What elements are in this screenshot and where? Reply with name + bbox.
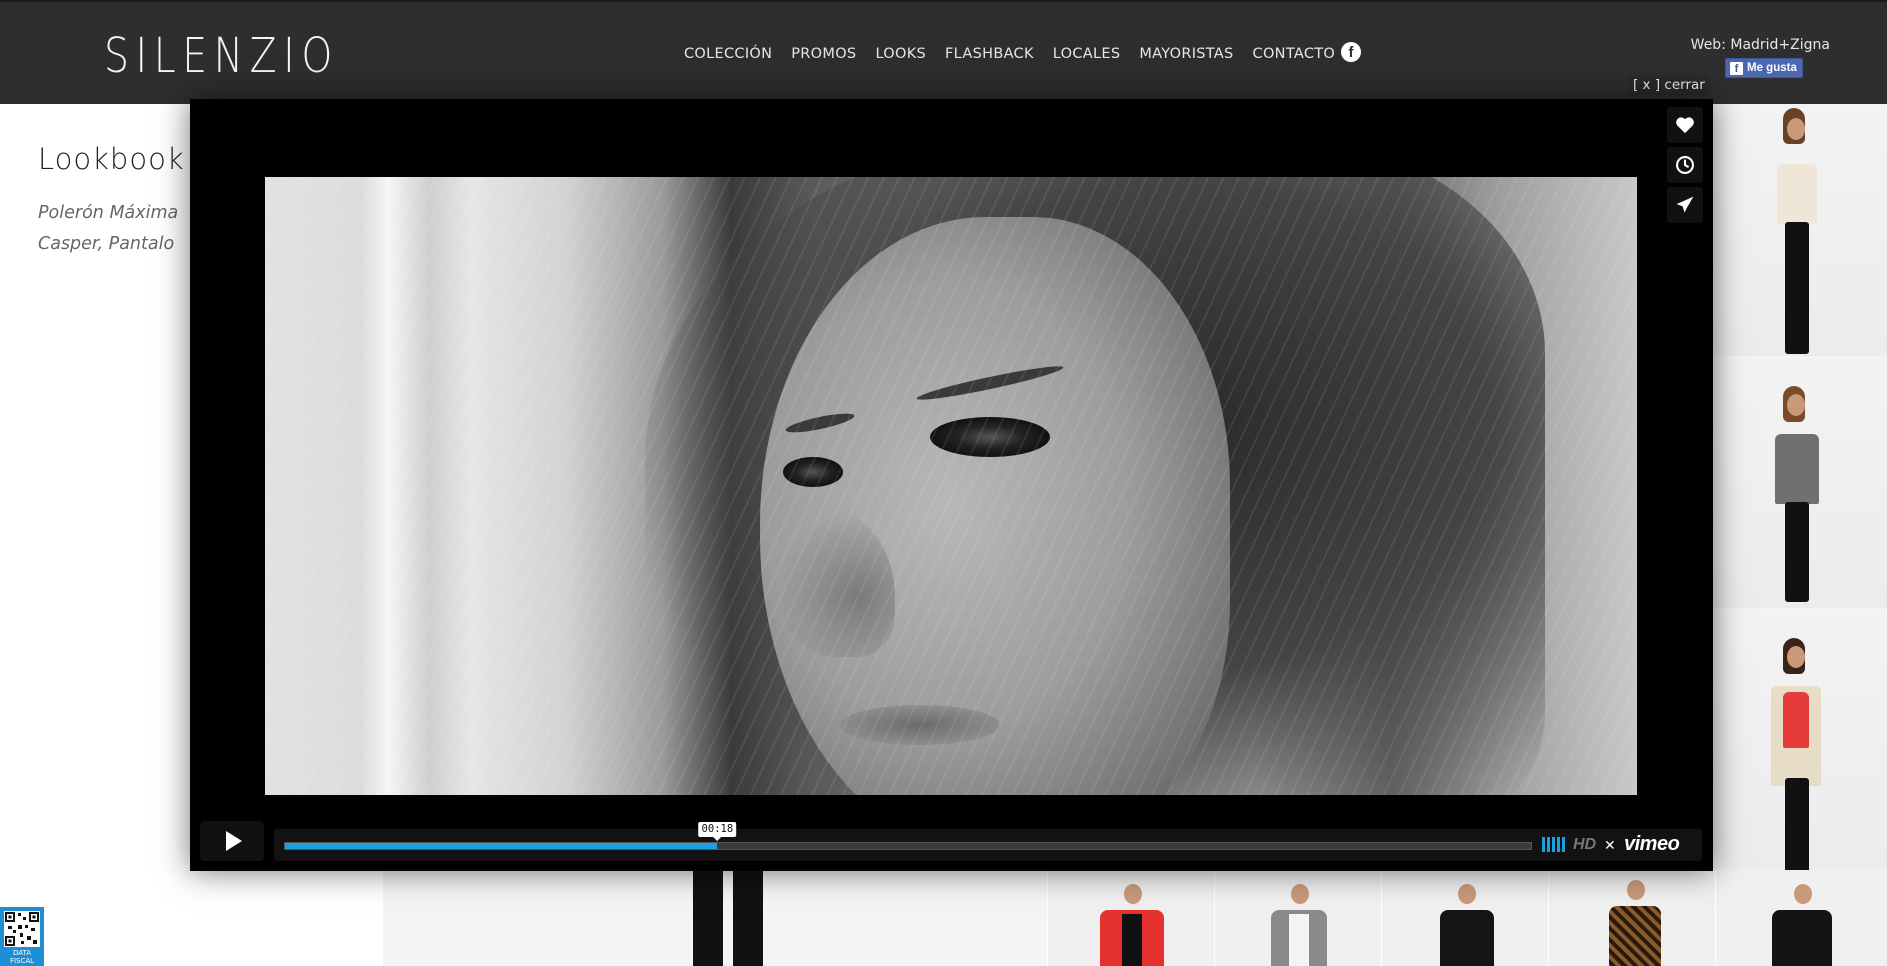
like-video-button[interactable] bbox=[1667, 107, 1703, 143]
data-fiscal-qr[interactable]: DATA FISCAL bbox=[0, 907, 44, 966]
play-button[interactable] bbox=[200, 821, 264, 861]
nav-flashback[interactable]: FLASHBACK bbox=[945, 46, 1034, 62]
heart-icon bbox=[1676, 117, 1694, 134]
look-thumbnail[interactable] bbox=[1047, 870, 1214, 966]
look-thumbnail[interactable] bbox=[1713, 356, 1887, 608]
look-thumbnail[interactable] bbox=[1715, 870, 1887, 966]
volume-control[interactable] bbox=[1542, 837, 1565, 852]
qr-label: DATA FISCAL bbox=[0, 949, 44, 965]
look-thumbnail[interactable] bbox=[382, 870, 1047, 966]
fullscreen-icon[interactable]: ✕ bbox=[1604, 838, 1616, 854]
page-title: Lookbook bbox=[38, 142, 185, 176]
watch-later-button[interactable] bbox=[1667, 147, 1703, 183]
description-line: Polerón Máxima bbox=[38, 203, 179, 223]
web-credit[interactable]: Web: Madrid+Zigna bbox=[1691, 37, 1830, 53]
clock-icon bbox=[1676, 156, 1694, 174]
close-lightbox-button[interactable]: [ x ] cerrar bbox=[1628, 75, 1710, 95]
qr-code-icon bbox=[4, 911, 40, 947]
facebook-like-button[interactable]: f Me gusta bbox=[1725, 58, 1803, 78]
site-header: SILENZIO COLECCIÓN PROMOS LOOKS FLASHBAC… bbox=[0, 0, 1887, 104]
facebook-logo-icon: f bbox=[1730, 61, 1743, 75]
hd-toggle[interactable]: HD bbox=[1573, 836, 1596, 854]
facebook-icon[interactable]: f bbox=[1341, 42, 1361, 62]
look-thumbnail[interactable] bbox=[1214, 870, 1381, 966]
nav-promos[interactable]: PROMOS bbox=[791, 46, 856, 62]
send-icon bbox=[1676, 196, 1694, 213]
player-controls: 00:18 HD ✕ vimeo bbox=[274, 822, 1702, 861]
nav-coleccion[interactable]: COLECCIÓN bbox=[684, 46, 772, 62]
nav-locales[interactable]: LOCALES bbox=[1053, 46, 1121, 62]
progress-played bbox=[285, 843, 718, 849]
share-button[interactable] bbox=[1667, 187, 1703, 223]
progress-bar[interactable]: 00:18 bbox=[284, 822, 1532, 850]
page: SILENZIO COLECCIÓN PROMOS LOOKS FLASHBAC… bbox=[0, 0, 1887, 966]
main-nav: COLECCIÓN PROMOS LOOKS FLASHBACK LOCALES… bbox=[684, 46, 1354, 62]
time-tooltip: 00:18 bbox=[698, 822, 737, 841]
play-icon bbox=[226, 831, 242, 851]
site-logo[interactable]: SILENZIO bbox=[104, 28, 339, 84]
video-frame[interactable] bbox=[265, 177, 1637, 795]
nav-contacto[interactable]: CONTACTO bbox=[1253, 46, 1336, 62]
nav-mayoristas[interactable]: MAYORISTAS bbox=[1139, 46, 1233, 62]
qr-label-line: FISCAL bbox=[9, 957, 35, 965]
look-thumbnail[interactable] bbox=[1713, 104, 1887, 356]
look-thumbnail[interactable] bbox=[1381, 870, 1548, 966]
qr-label-line: DATA bbox=[12, 949, 32, 957]
description-line: Casper, Pantalo bbox=[38, 234, 175, 254]
vimeo-logo[interactable]: vimeo bbox=[1624, 833, 1680, 856]
nav-looks[interactable]: LOOKS bbox=[875, 46, 926, 62]
like-label: Me gusta bbox=[1747, 62, 1797, 74]
look-thumbnail[interactable] bbox=[1548, 870, 1715, 966]
video-lightbox: 00:18 HD ✕ vimeo bbox=[190, 99, 1713, 871]
look-thumbnail[interactable] bbox=[1713, 608, 1887, 870]
look-description: Polerón Máxima Casper, Pantalo bbox=[38, 198, 208, 260]
